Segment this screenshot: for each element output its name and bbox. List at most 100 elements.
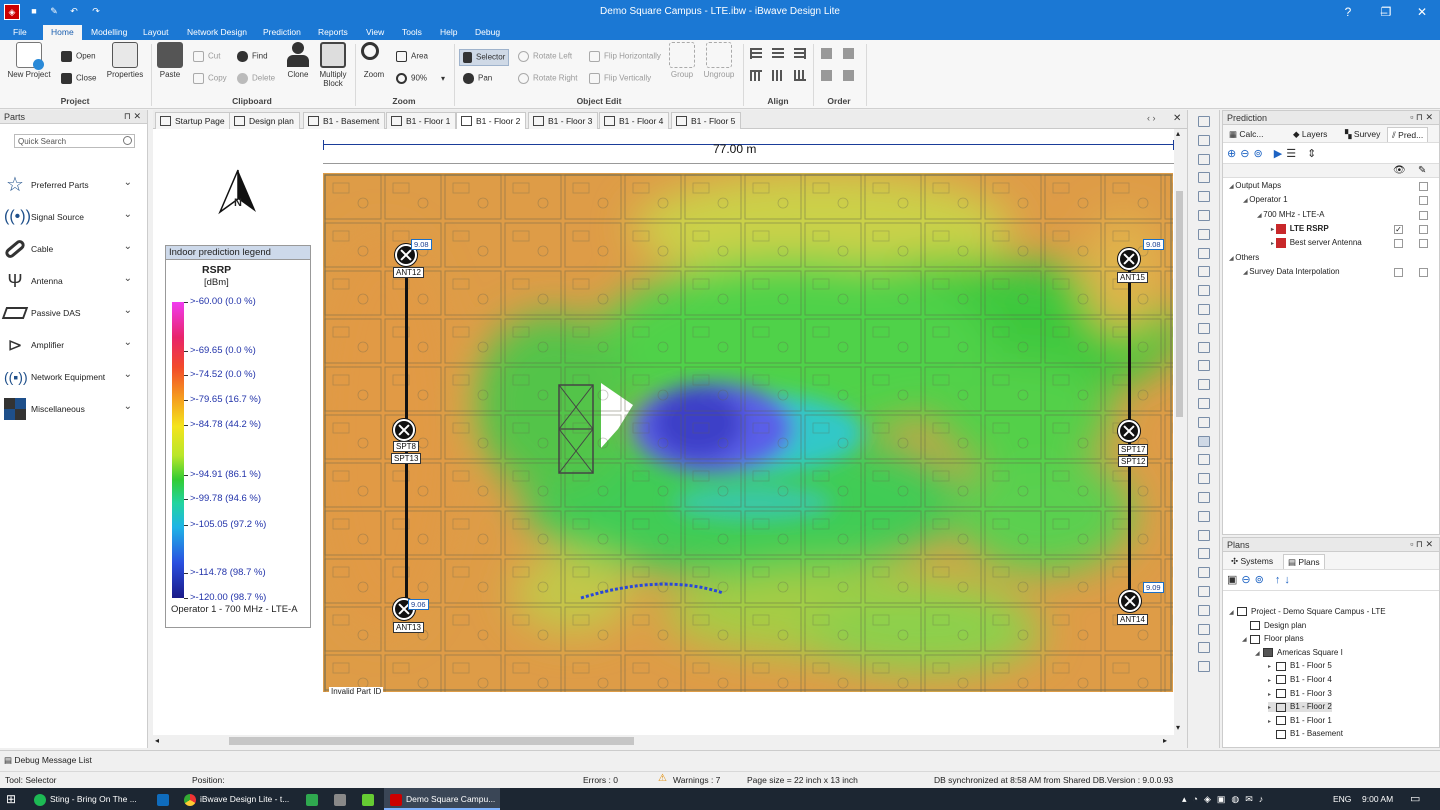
scroll-up-icon[interactable]: ▴ <box>1176 129 1180 138</box>
send-back-icon[interactable] <box>843 48 854 59</box>
tool-strip-button-icon[interactable] <box>1198 360 1210 372</box>
plans-tree-item[interactable]: ◢ Americas Square I <box>1255 648 1343 658</box>
antenna-ant15-icon[interactable] <box>1118 248 1140 270</box>
menu-view[interactable]: View <box>366 27 384 37</box>
antenna-ant14-icon[interactable] <box>1119 590 1141 612</box>
tool-strip-button-icon[interactable] <box>1198 416 1210 428</box>
prediction-tree-item[interactable]: ◢ Others <box>1229 253 1259 262</box>
panel-pin-close-icon[interactable]: ▫ ⊓ ✕ <box>1410 539 1433 550</box>
align-buttons[interactable] <box>750 48 808 84</box>
visibility-checkbox[interactable] <box>1394 239 1403 249</box>
tool-strip-button-icon[interactable] <box>1198 510 1210 522</box>
chevron-down-icon[interactable]: ⌄ <box>124 273 132 284</box>
tool-strip-button-icon[interactable] <box>1198 473 1210 485</box>
plans-tree-item[interactable]: ▸ B1 - Floor 5 <box>1268 661 1332 671</box>
send-backward-icon[interactable] <box>843 70 854 81</box>
list-icon[interactable]: ☰ <box>1286 148 1300 160</box>
part-category-antenna[interactable]: Ψ Antenna ⌄ <box>4 268 134 294</box>
tool-strip-button-icon[interactable] <box>1198 210 1210 221</box>
taskbar-outlook[interactable] <box>157 788 173 810</box>
tool-strip-button-icon[interactable] <box>1198 529 1210 541</box>
settings-icon[interactable]: ⊚ <box>1253 148 1266 160</box>
edit-checkbox[interactable] <box>1419 239 1428 249</box>
menu-file[interactable]: File <box>13 27 27 37</box>
prediction-tree-item[interactable]: ◢ Survey Data Interpolation <box>1243 267 1340 276</box>
part-category-network-equipment[interactable]: ((▪)) Network Equipment ⌄ <box>4 364 134 390</box>
chevron-down-icon[interactable]: ⌄ <box>124 241 132 252</box>
tabs-scroll-arrows[interactable]: ‹ › <box>1147 113 1156 123</box>
settings-icon[interactable]: ⊚ <box>1255 574 1268 586</box>
taskbar-app-gray[interactable] <box>334 788 350 810</box>
plans-tree-item[interactable]: ▸ B1 - Floor 3 <box>1268 689 1332 698</box>
tool-strip-button-icon[interactable] <box>1198 172 1210 184</box>
plan-properties-icon[interactable]: ▣ <box>1227 574 1241 586</box>
tab-startup-page[interactable]: Startup Page <box>155 112 231 129</box>
scroll-left-icon[interactable]: ◂ <box>155 736 159 745</box>
filter-icon[interactable]: ⇕ <box>1307 148 1320 160</box>
menu-debug[interactable]: Debug <box>475 27 500 37</box>
tool-strip-button-icon[interactable] <box>1198 642 1210 654</box>
edit-checkbox[interactable] <box>1419 224 1428 234</box>
tool-strip-button-icon[interactable] <box>1198 304 1210 315</box>
selector-button[interactable]: Selector <box>459 49 510 66</box>
taskbar-spotify[interactable]: Sting - Bring On The ... <box>34 788 137 810</box>
multiply-block-button[interactable]: Multiply Block <box>316 42 350 88</box>
menu-tools[interactable]: Tools <box>402 27 422 37</box>
flip-horizontally-button[interactable]: Flip Horizontally <box>589 51 661 62</box>
antenna-spt17-icon[interactable] <box>1118 420 1140 442</box>
edit-checkbox[interactable] <box>1419 210 1428 220</box>
prediction-tree-item[interactable]: ▸ Best server Antenna <box>1271 238 1362 249</box>
collapse-arrow-icon[interactable]: ◢ <box>1229 609 1237 616</box>
align-left-icon[interactable] <box>750 48 762 59</box>
tool-strip-button-icon[interactable] <box>1198 398 1210 409</box>
cut-button[interactable]: Cut <box>193 51 220 62</box>
panel-pin-close-icon[interactable]: ⊓ ✕ <box>124 111 141 122</box>
tool-strip-button-icon[interactable] <box>1198 586 1210 597</box>
tool-strip-button-icon[interactable] <box>1198 661 1210 673</box>
part-category-amplifier[interactable]: ⊳ Amplifier ⌄ <box>4 332 134 358</box>
vertical-scrollbar[interactable]: ▴ ▾ <box>1174 129 1185 735</box>
chevron-down-icon[interactable]: ⌄ <box>124 369 132 380</box>
taskbar-app-green[interactable] <box>306 788 322 810</box>
remove-icon[interactable]: ⊖ <box>1240 148 1253 160</box>
plans-tree-item[interactable]: ◢ Project - Demo Square Campus - LTE <box>1229 607 1386 617</box>
tool-strip-button-icon[interactable] <box>1198 435 1210 447</box>
group-button[interactable]: Group <box>668 42 696 79</box>
tool-strip-button-icon[interactable] <box>1198 266 1210 278</box>
tab-b1-floor-2[interactable]: B1 - Floor 2 <box>456 112 527 130</box>
copy-button[interactable]: Copy <box>193 73 227 84</box>
expand-arrow-icon[interactable]: ▸ <box>1268 663 1276 670</box>
chevron-down-icon[interactable]: ⌄ <box>124 401 132 412</box>
quick-search-input[interactable]: Quick Search <box>14 134 135 148</box>
tab-design-plan[interactable]: Design plan <box>229 112 300 129</box>
part-category-preferred-parts[interactable]: ☆ Preferred Parts ⌄ <box>4 172 134 198</box>
tab-prediction[interactable]: ⫽ Pred... <box>1387 127 1429 142</box>
prediction-tree-item[interactable]: ◢ Output Maps <box>1229 181 1281 190</box>
new-project-button[interactable]: New Project <box>6 42 52 79</box>
chevron-down-icon[interactable]: ⌄ <box>124 209 132 220</box>
tab-plans[interactable]: ▤ Plans <box>1283 554 1325 569</box>
horizontal-scrollbar[interactable]: ◂ ▸ <box>153 735 1174 747</box>
pan-button[interactable]: Pan <box>463 73 492 84</box>
taskbar-ibwave[interactable]: Demo Square Campu... <box>384 788 500 810</box>
horizontal-scroll-thumb[interactable] <box>229 737 634 745</box>
plans-tree-item[interactable]: ◢ Floor plans <box>1242 634 1304 644</box>
align-top-icon[interactable] <box>750 70 762 81</box>
tool-strip-button-icon[interactable] <box>1198 228 1210 240</box>
tool-strip-button-icon[interactable] <box>1198 341 1210 353</box>
paste-button[interactable]: Paste <box>156 42 184 79</box>
expand-arrow-icon[interactable]: ▸ <box>1268 691 1276 698</box>
chevron-down-icon[interactable]: ⌄ <box>124 177 132 188</box>
search-icon[interactable] <box>123 136 132 145</box>
open-button[interactable]: Open <box>61 51 96 62</box>
status-warnings[interactable]: Warnings : 7 <box>673 775 720 785</box>
start-button[interactable]: ⊞ <box>6 788 16 810</box>
notifications-icon[interactable]: ▭ <box>1410 788 1420 810</box>
antenna-spt8-icon[interactable] <box>393 419 415 441</box>
align-middle-icon[interactable] <box>772 70 784 81</box>
edit-checkbox[interactable] <box>1419 267 1428 277</box>
properties-button[interactable]: Properties <box>103 42 147 79</box>
expand-arrow-icon[interactable]: ▸ <box>1268 677 1276 684</box>
tool-strip-button-icon[interactable] <box>1198 285 1210 297</box>
tab-b1-floor-3[interactable]: B1 - Floor 3 <box>528 112 599 129</box>
